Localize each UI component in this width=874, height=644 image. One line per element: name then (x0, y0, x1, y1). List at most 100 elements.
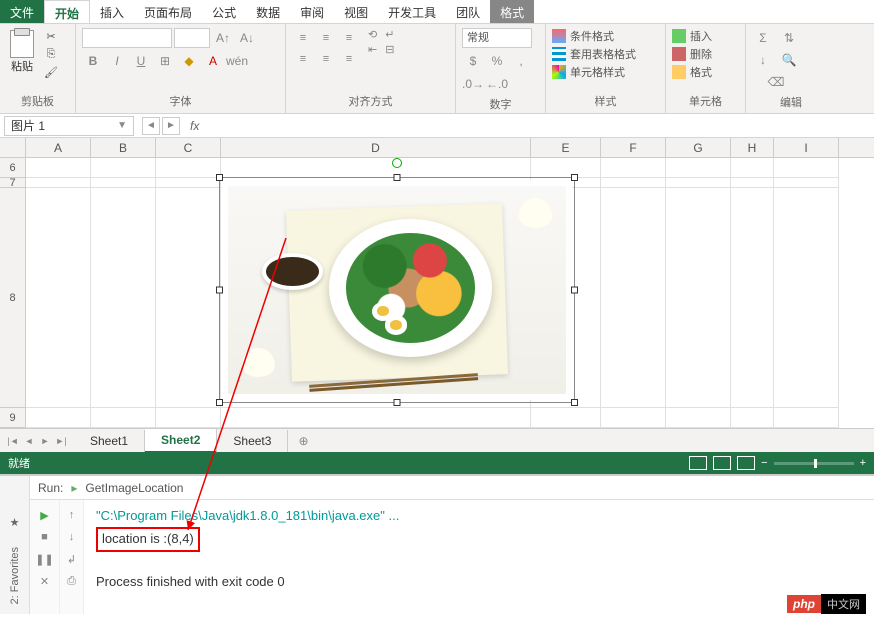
align-left-icon[interactable]: ≡ (292, 49, 314, 69)
print-icon[interactable]: ⎙ (63, 572, 81, 590)
view-normal-icon[interactable] (689, 456, 707, 470)
number-format-select[interactable]: 常规 (462, 28, 532, 48)
wrap-text-icon[interactable]: ↵ (385, 28, 394, 41)
cell[interactable] (156, 158, 221, 178)
row-header-7[interactable]: 7 (0, 178, 26, 188)
sheet-nav-next-icon[interactable]: ► (38, 434, 52, 448)
name-box-dropdown-icon[interactable]: ▼ (117, 120, 127, 131)
border-button[interactable]: ⊞ (154, 51, 176, 71)
font-size-select[interactable] (174, 28, 210, 48)
italic-button[interactable]: I (106, 51, 128, 71)
autosum-icon[interactable]: Σ (752, 28, 774, 48)
row-header-8[interactable]: 8 (0, 188, 26, 408)
paste-button[interactable]: 粘贴 (6, 28, 38, 76)
cell[interactable] (221, 408, 531, 428)
cell[interactable] (91, 158, 156, 178)
col-header-e[interactable]: E (531, 138, 601, 157)
cell[interactable] (666, 188, 731, 408)
view-break-icon[interactable] (737, 456, 755, 470)
cell[interactable] (601, 158, 666, 178)
sheet-tab-2[interactable]: Sheet2 (145, 429, 217, 453)
col-header-b[interactable]: B (91, 138, 156, 157)
underline-button[interactable]: U (130, 51, 152, 71)
fx-icon[interactable]: fx (184, 119, 205, 133)
nav-left-icon[interactable]: ◄ (142, 117, 160, 135)
sheet-nav-last-icon[interactable]: ►| (54, 434, 68, 448)
sheet-nav-first-icon[interactable]: |◄ (6, 434, 20, 448)
indent-dec-icon[interactable]: ⇤ (368, 43, 377, 56)
col-header-d[interactable]: D (221, 138, 531, 157)
sheet-tab-3[interactable]: Sheet3 (217, 430, 288, 452)
favorites-tab[interactable]: 2: Favorites (9, 547, 21, 604)
cell[interactable] (774, 158, 839, 178)
cell[interactable] (731, 178, 774, 188)
decrease-decimal-icon[interactable]: ←.0 (486, 74, 508, 94)
col-header-g[interactable]: G (666, 138, 731, 157)
delete-cells-button[interactable]: 删除 (672, 46, 712, 62)
cell-style-button[interactable]: 单元格样式 (552, 64, 636, 80)
cell[interactable] (531, 408, 601, 428)
cell[interactable] (601, 178, 666, 188)
cell[interactable] (666, 178, 731, 188)
font-color-button[interactable]: A (202, 51, 224, 71)
col-header-f[interactable]: F (601, 138, 666, 157)
cell[interactable] (91, 178, 156, 188)
formula-input[interactable] (205, 116, 874, 136)
tab-team[interactable]: 团队 (446, 0, 490, 23)
col-header-h[interactable]: H (731, 138, 774, 157)
orientation-icon[interactable]: ⟲ (368, 28, 377, 41)
cell[interactable] (731, 408, 774, 428)
cut-icon[interactable]: ✂ (42, 28, 60, 44)
cell[interactable] (774, 408, 839, 428)
cell[interactable] (26, 408, 91, 428)
cell[interactable] (731, 188, 774, 408)
zoom-out-icon[interactable]: − (761, 457, 767, 469)
find-icon[interactable]: 🔍 (778, 50, 800, 70)
col-header-i[interactable]: I (774, 138, 839, 157)
cell[interactable] (156, 188, 221, 408)
clear-icon[interactable]: ⌫ (765, 72, 787, 92)
tab-formula[interactable]: 公式 (202, 0, 246, 23)
tab-format[interactable]: 格式 (490, 0, 534, 23)
cell[interactable] (666, 408, 731, 428)
phonetic-button[interactable]: wén (226, 51, 248, 71)
cell[interactable] (601, 188, 666, 408)
tab-dev[interactable]: 开发工具 (378, 0, 446, 23)
cell[interactable] (26, 188, 91, 408)
col-header-c[interactable]: C (156, 138, 221, 157)
col-header-a[interactable]: A (26, 138, 91, 157)
align-top-icon[interactable]: ≡ (292, 28, 314, 48)
sheet-tab-1[interactable]: Sheet1 (74, 430, 145, 452)
font-family-select[interactable] (82, 28, 172, 48)
merge-icon[interactable]: ⊟ (385, 43, 394, 56)
stop-button-icon[interactable]: ■ (36, 528, 54, 546)
cell[interactable] (26, 178, 91, 188)
insert-cells-button[interactable]: 插入 (672, 28, 712, 44)
tab-insert[interactable]: 插入 (90, 0, 134, 23)
bold-button[interactable]: B (82, 51, 104, 71)
run-config-name[interactable]: GetImageLocation (85, 481, 183, 495)
zoom-in-icon[interactable]: + (860, 457, 866, 469)
tab-view[interactable]: 视图 (334, 0, 378, 23)
row-header-9[interactable]: 9 (0, 408, 26, 428)
tab-review[interactable]: 审阅 (290, 0, 334, 23)
cell[interactable] (91, 188, 156, 408)
cell[interactable] (221, 158, 531, 178)
cell[interactable] (774, 188, 839, 408)
console-output[interactable]: "C:\Program Files\Java\jdk1.8.0_181\bin\… (84, 500, 874, 614)
nav-right-icon[interactable]: ► (162, 117, 180, 135)
currency-icon[interactable]: $ (462, 51, 484, 71)
align-middle-icon[interactable]: ≡ (315, 28, 337, 48)
zoom-slider[interactable] (774, 462, 854, 465)
embedded-image[interactable] (222, 180, 572, 400)
sheet-nav-prev-icon[interactable]: ◄ (22, 434, 36, 448)
conditional-format-button[interactable]: 条件格式 (552, 28, 636, 44)
align-bottom-icon[interactable]: ≡ (338, 28, 360, 48)
select-all-corner[interactable] (0, 138, 26, 157)
increase-decimal-icon[interactable]: .0→ (462, 74, 484, 94)
run-button-icon[interactable]: ▶ (36, 506, 54, 524)
tab-file[interactable]: 文件 (0, 0, 44, 23)
increase-font-icon[interactable]: A↑ (212, 28, 234, 48)
format-cells-button[interactable]: 格式 (672, 64, 712, 80)
favorites-star-icon[interactable]: ★ (10, 516, 20, 529)
